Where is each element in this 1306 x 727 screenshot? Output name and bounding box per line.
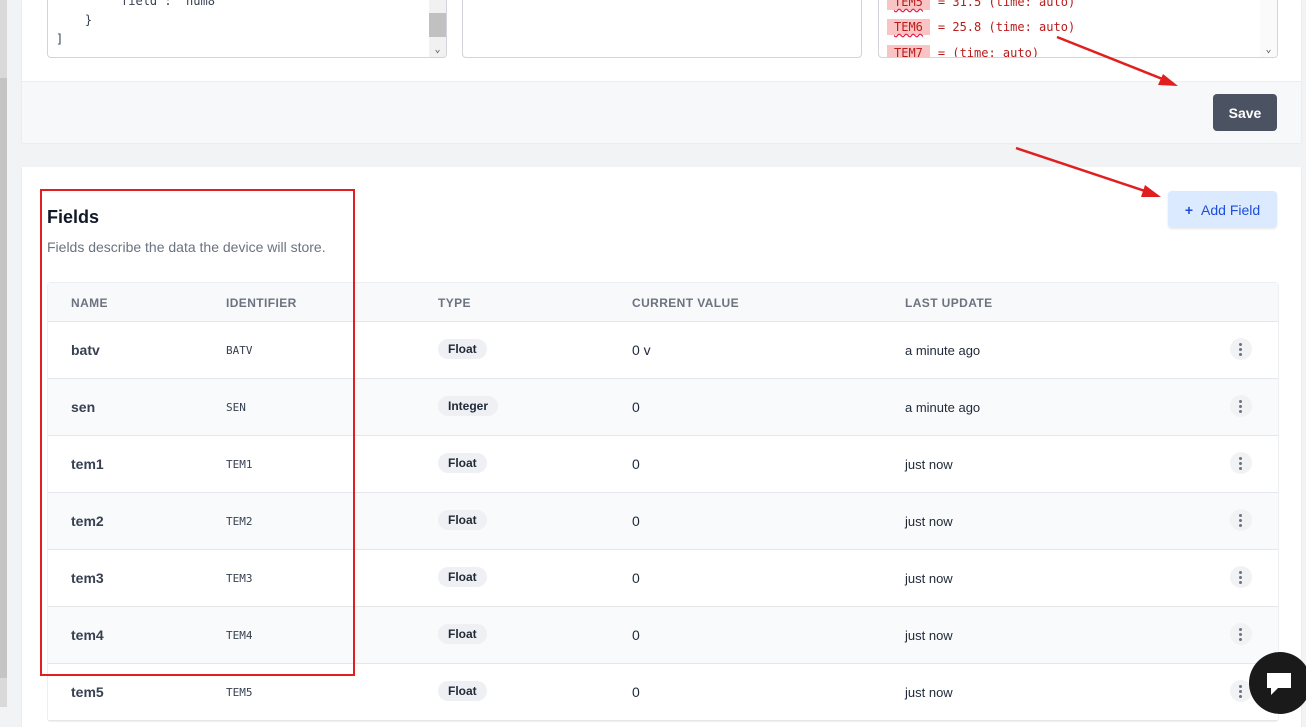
code-line: } [56, 13, 93, 27]
field-identifier: TEM5 [226, 686, 253, 699]
table-row[interactable]: tem2 TEM2 Float 0 just now [48, 493, 1278, 550]
code-line: ] [56, 32, 64, 46]
field-current-value: 0 [632, 684, 640, 700]
payload-card-body: "field": "num8" } ] ⌄ TEM5 = 31.5 (time: … [22, 0, 1301, 81]
column-header-identifier[interactable]: IDENTIFIER [226, 296, 297, 310]
field-type-badge: Float [438, 681, 487, 701]
field-type-label: Integer [438, 396, 499, 416]
field-name: sen [71, 399, 96, 415]
field-type-label: Float [438, 510, 487, 530]
payload-code-editor[interactable]: "field": "num8" } ] ⌄ [47, 0, 447, 58]
payload-card-footer: Save [22, 81, 1301, 143]
log-entry-text: = (time: auto) [937, 46, 1040, 58]
column-header-type[interactable]: TYPE [438, 296, 471, 310]
field-type-label: Float [438, 339, 487, 359]
field-last-update: just now [905, 514, 953, 529]
field-type-label: Float [438, 624, 487, 644]
field-current-value: 0 [632, 399, 640, 415]
field-identifier: SEN [226, 401, 246, 414]
field-identifier: BATV [226, 344, 253, 357]
field-name: tem4 [71, 627, 104, 643]
table-row[interactable]: batv BATV Float 0 v a minute ago [48, 322, 1278, 379]
field-current-value: 0 [632, 627, 640, 643]
field-type-badge: Integer [438, 396, 499, 416]
field-last-update: a minute ago [905, 343, 981, 358]
add-field-button[interactable]: + Add Field [1168, 191, 1277, 228]
log-entry-tag: TEM6 [887, 19, 930, 35]
field-identifier: TEM2 [226, 515, 253, 528]
log-output-box[interactable]: TEM5 = 31.5 (time: auto) TEM6 = 25.8 (time… [878, 0, 1278, 58]
field-name: tem3 [71, 570, 104, 586]
field-last-update: just now [905, 685, 953, 700]
log-entry: TEM5 = 31.5 (time: auto) [887, 0, 1075, 10]
fields-description: Fields describe the data the device will… [47, 239, 326, 255]
table-row[interactable]: tem3 TEM3 Float 0 just now [48, 550, 1278, 607]
code-line: "field": "num8" [56, 0, 223, 8]
field-identifier: TEM4 [226, 629, 253, 642]
field-current-value: 0 [632, 513, 640, 529]
field-type-label: Float [438, 681, 487, 701]
column-header-last-update[interactable]: LAST UPDATE [905, 296, 993, 310]
field-current-value: 0 v [632, 342, 651, 358]
log-entry-text: = 31.5 (time: auto) [937, 0, 1076, 9]
field-name: tem2 [71, 513, 104, 529]
field-type-badge: Float [438, 453, 487, 473]
field-type-badge: Float [438, 624, 487, 644]
field-type-label: Float [438, 453, 487, 473]
field-type-badge: Float [438, 339, 487, 359]
kebab-menu-icon[interactable] [1230, 452, 1252, 474]
decoder-editor[interactable] [462, 0, 862, 58]
field-identifier: TEM3 [226, 572, 253, 585]
field-current-value: 0 [632, 456, 640, 472]
kebab-menu-icon[interactable] [1230, 623, 1252, 645]
kebab-menu-icon[interactable] [1230, 509, 1252, 531]
table-row[interactable]: tem5 TEM5 Float 0 just now [48, 664, 1278, 721]
kebab-menu-icon[interactable] [1230, 338, 1252, 360]
field-type-badge: Float [438, 510, 487, 530]
field-current-value: 0 [632, 570, 640, 586]
fields-table: NAME IDENTIFIER TYPE CURRENT VALUE LAST … [47, 282, 1279, 722]
field-last-update: just now [905, 628, 953, 643]
page-scrollbar-thumb[interactable] [0, 78, 7, 678]
chat-bubble-icon [1267, 673, 1291, 695]
chevron-down-icon[interactable]: ⌄ [432, 45, 443, 55]
log-entry-text: = 25.8 (time: auto) [937, 20, 1076, 34]
fields-card: Fields Fields describe the data the devi… [22, 167, 1301, 727]
field-name: batv [71, 342, 100, 358]
table-row[interactable]: sen SEN Integer 0 a minute ago [48, 379, 1278, 436]
log-scrollbar[interactable]: ⌄ [1260, 0, 1277, 57]
field-identifier: TEM1 [226, 458, 253, 471]
field-last-update: a minute ago [905, 400, 981, 415]
table-header: NAME IDENTIFIER TYPE CURRENT VALUE LAST … [48, 283, 1278, 322]
table-row[interactable]: tem1 TEM1 Float 0 just now [48, 436, 1278, 493]
field-name: tem1 [71, 456, 104, 472]
chevron-down-icon[interactable]: ⌄ [1263, 45, 1274, 55]
add-field-label: Add Field [1201, 201, 1261, 218]
plus-icon: + [1184, 201, 1194, 218]
column-header-name[interactable]: NAME [71, 296, 108, 310]
fields-title: Fields [47, 207, 100, 227]
kebab-menu-icon[interactable] [1230, 566, 1252, 588]
field-last-update: just now [905, 571, 953, 586]
log-entry-tag: TEM5 [887, 0, 930, 10]
column-header-current-value[interactable]: CURRENT VALUE [632, 296, 739, 310]
log-entry: TEM6 = 25.8 (time: auto) [887, 19, 1075, 35]
table-row[interactable]: tem4 TEM4 Float 0 just now [48, 607, 1278, 664]
field-type-badge: Float [438, 567, 487, 587]
chat-widget-button[interactable] [1249, 652, 1306, 714]
field-last-update: just now [905, 457, 953, 472]
page-scrollbar[interactable] [0, 0, 7, 707]
code-editor-scrollbar[interactable]: ⌄ [429, 0, 446, 57]
code-editor-scrollbar-thumb[interactable] [429, 13, 446, 37]
payload-card: "field": "num8" } ] ⌄ TEM5 = 31.5 (time: … [22, 0, 1301, 143]
log-entry-tag: TEM7 [887, 45, 930, 57]
field-name: tem5 [71, 684, 104, 700]
save-button[interactable]: Save [1213, 94, 1277, 131]
kebab-menu-icon[interactable] [1230, 395, 1252, 417]
field-type-label: Float [438, 567, 487, 587]
log-entry: TEM7 = (time: auto) [887, 45, 1040, 58]
